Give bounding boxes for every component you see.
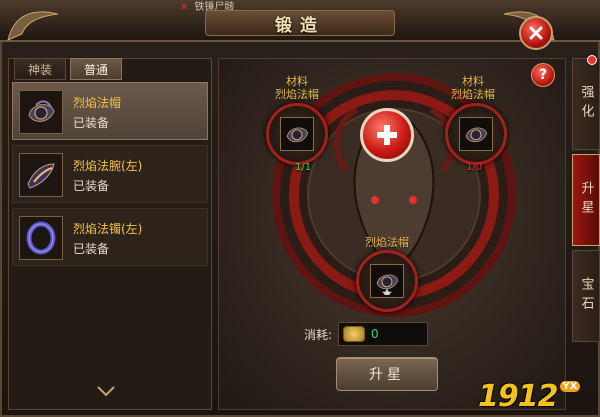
- cost-box: 0: [338, 322, 429, 346]
- item-name: 烈焰法帽: [73, 96, 122, 110]
- tab-gem[interactable]: 宝石: [572, 250, 600, 342]
- upgrade-star-button[interactable]: 升星: [336, 357, 438, 391]
- material-slot-right[interactable]: [445, 103, 507, 165]
- close-icon: [529, 26, 543, 40]
- item-status: 已装备: [73, 242, 110, 256]
- window-title-plate: 锻造: [205, 10, 395, 36]
- result-label: 烈焰法帽: [365, 236, 409, 249]
- site-watermark: 1912 YX: [478, 378, 581, 414]
- notice-text: ✕ 铁锤尸骸: [180, 2, 235, 13]
- cost-row: 消耗: 0: [304, 322, 429, 346]
- cost-value: 0: [371, 327, 379, 341]
- help-button[interactable]: ?: [531, 63, 555, 87]
- item-name: 烈焰法腕(左): [73, 159, 143, 173]
- material-left-label: 材料 烈焰法帽: [275, 75, 319, 101]
- material-left-count: 1/1: [295, 162, 312, 173]
- list-item[interactable]: 烈焰法帽 已装备: [12, 82, 208, 140]
- tab-enhance[interactable]: 强化: [572, 55, 600, 150]
- plus-icon: [377, 125, 397, 145]
- notification-dot: [587, 55, 597, 65]
- item-status: 已装备: [73, 116, 110, 130]
- tab-divine[interactable]: 神装: [14, 58, 66, 80]
- hat-icon: [280, 117, 314, 151]
- title-bar: ✕ 铁锤尸骸 锻造: [0, 0, 600, 42]
- gold-coin-icon: [343, 326, 366, 342]
- hat-icon: [459, 117, 493, 151]
- material-right-count: 1/0: [466, 162, 483, 173]
- equipment-list: 烈焰法帽 已装备 烈焰法腕(左) 已装备 烈焰法镯(左) 已装备: [12, 82, 208, 271]
- close-button[interactable]: [519, 16, 553, 50]
- bracelet-icon: [19, 216, 63, 260]
- window-title: 锻造: [275, 15, 325, 36]
- cost-label: 消耗:: [304, 327, 333, 342]
- list-item[interactable]: 烈焰法腕(左) 已装备: [12, 145, 208, 203]
- tab-normal[interactable]: 普通: [70, 58, 122, 80]
- result-slot[interactable]: [356, 250, 418, 312]
- tab-upgrade-star[interactable]: 升星: [572, 154, 600, 246]
- item-name: 烈焰法镯(左): [73, 222, 143, 236]
- item-status: 已装备: [73, 179, 110, 193]
- material-right-label: 材料 烈焰法帽: [451, 75, 495, 101]
- left-ornament-icon: [7, 11, 59, 41]
- hat-icon: [370, 264, 404, 298]
- add-material-button[interactable]: [360, 108, 414, 162]
- scroll-down-icon[interactable]: [96, 384, 116, 398]
- hat-icon: [19, 90, 63, 134]
- list-item[interactable]: 烈焰法镯(左) 已装备: [12, 208, 208, 266]
- material-slot-left[interactable]: [266, 103, 328, 165]
- category-tabs: 神装 普通: [14, 58, 122, 80]
- bracer-icon: [19, 153, 63, 197]
